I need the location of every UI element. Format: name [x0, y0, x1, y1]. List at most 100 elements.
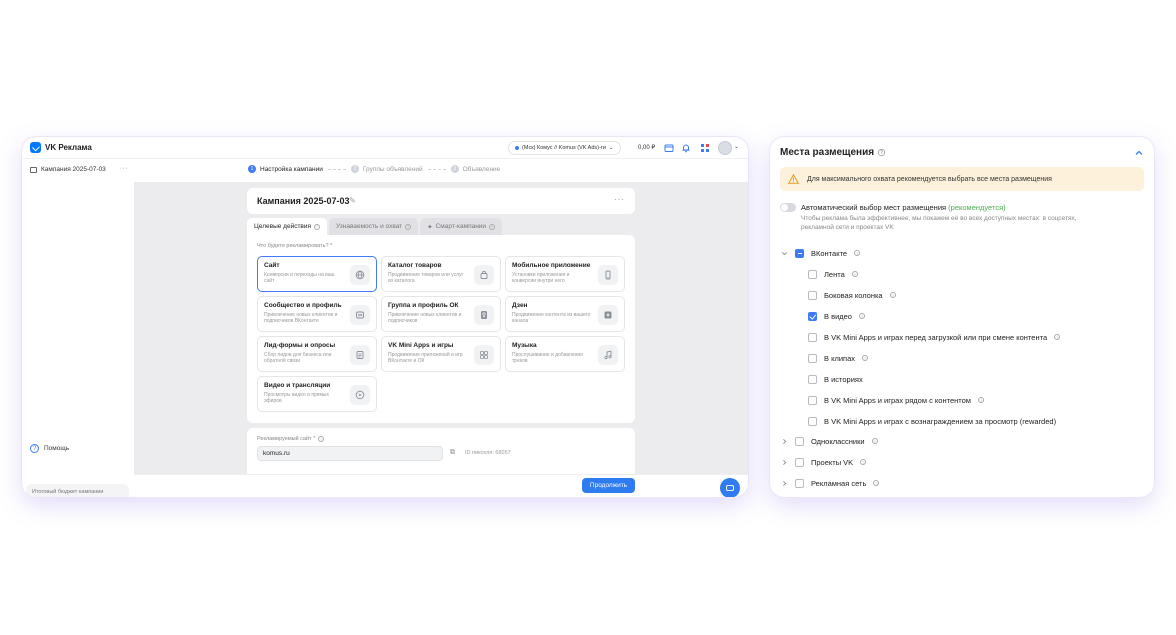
help-icon[interactable]: ?: [860, 459, 867, 465]
help-icon[interactable]: ?: [873, 480, 880, 486]
help-icon[interactable]: ?: [858, 313, 865, 319]
help-icon[interactable]: ?: [314, 223, 321, 230]
placement-item[interactable]: В клипах?: [808, 352, 868, 364]
vk-icon: [350, 305, 370, 325]
tab-target-actions[interactable]: Целевые действия ?: [247, 218, 328, 235]
checkbox[interactable]: [808, 332, 817, 342]
placement-group-vk[interactable]: ВКонтакте?: [780, 247, 861, 259]
help-icon[interactable]: ?: [977, 397, 984, 403]
placement-item[interactable]: В VK Mini Apps и играх перед загрузкой и…: [808, 331, 1061, 343]
bell-icon[interactable]: [680, 142, 691, 153]
chevron-down-icon[interactable]: ⌄: [734, 143, 739, 150]
step-ad-groups[interactable]: 2 Группы объявлений: [350, 165, 423, 173]
campaign-icon: [30, 166, 37, 173]
chevron-right-icon[interactable]: [780, 479, 788, 487]
user-avatar[interactable]: [718, 141, 732, 155]
tab-awareness[interactable]: Узнаваемость и охват ?: [329, 218, 419, 235]
account-selector[interactable]: (Мск) Комус // Komus (VK Ads)-ги ⌄: [508, 141, 621, 155]
checkbox[interactable]: [808, 311, 817, 321]
placement-item[interactable]: Боковая колонка?: [808, 289, 896, 301]
objective-description: Привлечение новых клиентов и подписчиков…: [264, 312, 338, 324]
placement-group[interactable]: Одноклассники?: [780, 435, 878, 447]
placements-header: Места размещения ?: [780, 147, 886, 158]
placement-label: Рекламная сеть: [811, 478, 867, 488]
help-icon[interactable]: ?: [318, 436, 325, 442]
edit-pencil-icon[interactable]: ✎: [349, 196, 356, 205]
placement-item[interactable]: В историях: [808, 373, 863, 385]
objective-tile[interactable]: Музыка Прослушивание и добавления треков: [505, 336, 625, 372]
support-chat-button[interactable]: [720, 478, 740, 497]
objective-description: Установки приложения и конверсии внутри …: [512, 272, 570, 284]
sidebar-campaign-item[interactable]: Кампания 2025-07-03: [30, 166, 106, 173]
checkbox[interactable]: [808, 416, 817, 426]
objective-tile[interactable]: Лид-формы и опросы Сбор лидов для бизнеса…: [257, 336, 377, 372]
placement-label: В историях: [824, 374, 863, 384]
tab-label: Узнаваемость и охват: [336, 223, 403, 230]
placement-item[interactable]: В VK Mini Apps и играх с вознаграждением…: [808, 415, 1056, 427]
music-icon: [598, 345, 618, 365]
chevron-right-icon[interactable]: [780, 458, 788, 466]
checkbox[interactable]: [808, 353, 817, 363]
placement-group[interactable]: Рекламная сеть?: [780, 477, 880, 489]
objective-tile[interactable]: Дзен Продвижение контента из вашего канал…: [505, 296, 625, 332]
help-icon[interactable]: ?: [851, 271, 858, 277]
objective-tile[interactable]: VK Mini Apps и игры Продвижение приложени…: [381, 336, 501, 372]
checkbox[interactable]: [795, 457, 804, 467]
checkbox[interactable]: [808, 290, 817, 300]
help-icon[interactable]: ?: [489, 223, 496, 230]
objective-tile[interactable]: Видео и трансляции Просмотры видео и прям…: [257, 376, 377, 412]
checkbox[interactable]: [795, 436, 804, 446]
tab-smart-campaigns[interactable]: ✦ Смарт-кампании ?: [420, 218, 503, 235]
site-url-input[interactable]: komus.ru: [257, 446, 443, 461]
placement-item[interactable]: В VK Mini Apps и играх рядом с контентом…: [808, 394, 984, 406]
chevron-down-icon[interactable]: [780, 249, 788, 257]
globe-icon: [350, 265, 370, 285]
warning-icon: [788, 174, 799, 184]
placement-item[interactable]: Лента?: [808, 268, 858, 280]
help-icon[interactable]: ?: [1054, 334, 1061, 340]
objective-tile[interactable]: Каталог товаров Продвижение товаров или у…: [381, 256, 501, 292]
placement-label: ВКонтакте: [811, 248, 848, 258]
placement-label: В клипах: [824, 353, 855, 363]
objective-tile[interactable]: Сайт Конверсии и переходы на ваш сайт: [257, 256, 377, 292]
objective-tile[interactable]: Сообщество и профиль Привлечение новых кл…: [257, 296, 377, 332]
step-ad[interactable]: 3 Объявление: [450, 165, 500, 173]
placement-item[interactable]: В видео?: [808, 310, 865, 322]
help-icon[interactable]: ?: [405, 223, 412, 230]
help-link[interactable]: ? Помощь: [30, 444, 69, 453]
form-icon: [350, 345, 370, 365]
help-label: Помощь: [44, 445, 70, 452]
step-number: 3: [450, 165, 459, 173]
account-dot-icon: [515, 146, 519, 150]
step-label: Группы объявлений: [362, 165, 423, 173]
checkbox[interactable]: [808, 395, 817, 405]
app-logo[interactable]: VK Реклама: [30, 142, 92, 153]
help-icon[interactable]: ?: [854, 250, 861, 256]
external-link-icon[interactable]: ⧉: [450, 449, 455, 457]
help-icon[interactable]: ?: [889, 292, 896, 298]
help-icon[interactable]: ?: [878, 149, 886, 156]
checkbox[interactable]: [808, 374, 817, 384]
objective-tile[interactable]: Группа и профиль ОК Привлечение новых кли…: [381, 296, 501, 332]
apps-grid-icon[interactable]: [699, 142, 710, 153]
objective-description: Привлечение новых клиентов и подписчиков: [388, 312, 462, 324]
objective-tile[interactable]: Мобильное приложение Установки приложения…: [505, 256, 625, 292]
auto-placement-toggle[interactable]: [780, 203, 796, 212]
placement-label: Одноклассники: [811, 436, 865, 446]
placement-warning: Для максимального охвата рекомендуется в…: [780, 167, 1144, 191]
help-icon[interactable]: ?: [871, 438, 878, 444]
more-options-icon[interactable]: ···: [119, 165, 129, 172]
placement-group[interactable]: Проекты VK?: [780, 456, 867, 468]
objective-question: Что будете рекламировать? *: [257, 243, 333, 249]
more-options-icon[interactable]: ···: [614, 195, 625, 204]
checkbox[interactable]: [795, 478, 804, 488]
chevron-up-icon[interactable]: [1134, 145, 1144, 155]
wallet-icon[interactable]: [663, 142, 674, 153]
continue-button[interactable]: Продолжить: [582, 478, 635, 493]
chevron-right-icon[interactable]: [780, 437, 788, 445]
checkbox[interactable]: [795, 248, 804, 258]
site-label-text: Рекламируемый сайт *: [257, 436, 316, 442]
help-icon[interactable]: ?: [862, 355, 868, 361]
step-campaign-settings[interactable]: 1 Настройка кампании: [248, 165, 323, 173]
checkbox[interactable]: [808, 269, 817, 279]
